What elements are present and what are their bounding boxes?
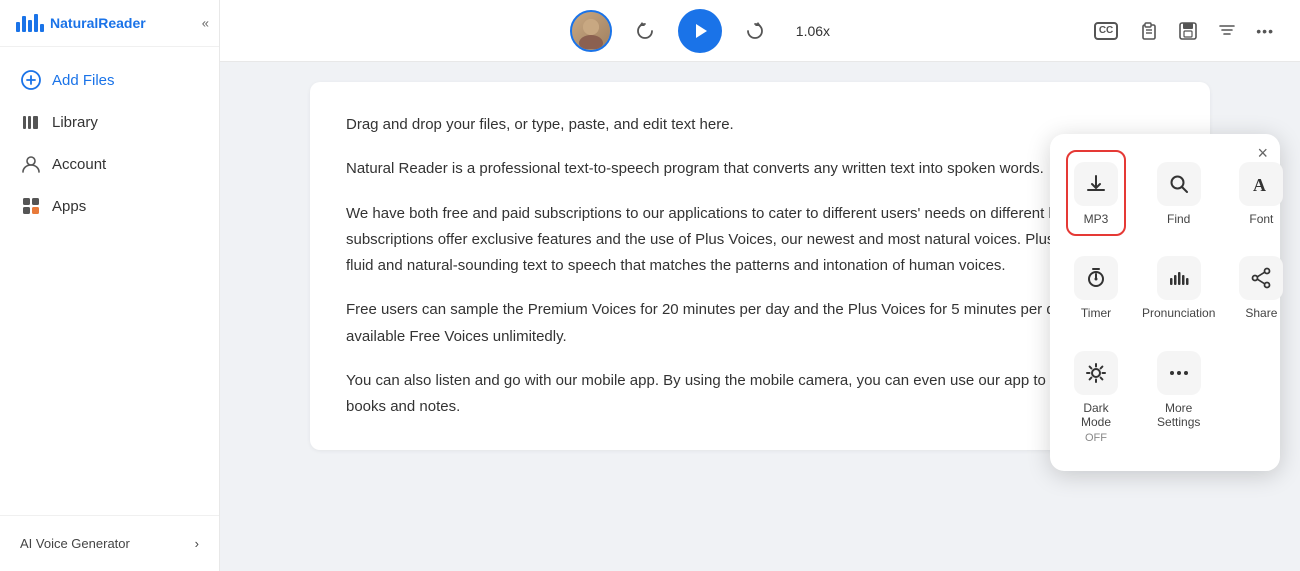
sidebar-item-ai-voice[interactable]: AI Voice Generator › <box>0 526 219 561</box>
pronunciation-icon <box>1157 256 1201 300</box>
timer-label: Timer <box>1081 306 1111 320</box>
popup-item-mp3[interactable]: MP3 <box>1066 150 1126 236</box>
sidebar-nav: Add Files Library Account <box>0 47 219 515</box>
timer-icon <box>1074 256 1118 300</box>
add-files-label: Add Files <box>52 72 115 89</box>
main-area: 1.06x CC <box>220 0 1300 571</box>
sidebar-header: NaturalReader « <box>0 0 219 47</box>
share-icon <box>1239 256 1283 300</box>
sidebar-item-library[interactable]: Library <box>0 101 219 143</box>
svg-text:A: A <box>1253 175 1266 195</box>
popup-item-timer[interactable]: Timer <box>1066 244 1126 330</box>
plus-circle-icon <box>20 69 42 91</box>
sun-icon <box>1074 351 1118 395</box>
more-settings-label: More Settings <box>1157 401 1200 430</box>
mp3-label: MP3 <box>1084 212 1109 226</box>
pronunciation-label: Pronunciation <box>1142 306 1215 320</box>
font-icon: A <box>1239 162 1283 206</box>
cc-button[interactable]: CC <box>1088 16 1124 46</box>
search-icon <box>1157 162 1201 206</box>
filter-button[interactable] <box>1212 16 1242 46</box>
forward-button[interactable] <box>738 14 772 48</box>
content-area: Drag and drop your files, or type, paste… <box>220 62 1300 571</box>
more-settings-icon <box>1157 351 1201 395</box>
popup-item-share[interactable]: Share <box>1231 244 1291 330</box>
play-button[interactable] <box>678 9 722 53</box>
account-label: Account <box>52 156 106 173</box>
popup-grid: MP3 Find A <box>1066 150 1264 455</box>
toolbar: 1.06x CC <box>220 0 1300 62</box>
apps-icon <box>20 195 42 217</box>
popup-item-dark-mode[interactable]: Dark Mode OFF <box>1066 339 1126 455</box>
ai-voice-arrow-icon: › <box>195 536 199 551</box>
cc-icon: CC <box>1094 22 1118 40</box>
sidebar: NaturalReader « Add Files L <box>0 0 220 571</box>
avatar[interactable] <box>570 10 612 52</box>
sidebar-item-add-files[interactable]: Add Files <box>0 59 219 101</box>
more-options-button[interactable]: ••• <box>1250 17 1280 45</box>
rewind-button[interactable] <box>628 14 662 48</box>
popup-close-button[interactable]: × <box>1257 144 1268 162</box>
sidebar-footer: AI Voice Generator › <box>0 515 219 571</box>
account-icon <box>20 153 42 175</box>
popup-item-find[interactable]: Find <box>1134 150 1223 236</box>
library-icon <box>20 111 42 133</box>
dark-mode-label: Dark Mode OFF <box>1074 401 1118 445</box>
sidebar-item-apps[interactable]: Apps <box>0 185 219 227</box>
find-label: Find <box>1167 212 1190 226</box>
ai-voice-label: AI Voice Generator <box>20 536 130 551</box>
library-label: Library <box>52 114 98 131</box>
text-paragraph-1: Drag and drop your files, or type, paste… <box>346 112 1174 138</box>
apps-label: Apps <box>52 198 86 215</box>
font-label: Font <box>1249 212 1273 226</box>
logo-text: NaturalReader <box>50 15 146 31</box>
avatar-image <box>572 12 610 50</box>
logo-icon <box>16 14 44 32</box>
popup-item-pronunciation[interactable]: Pronunciation <box>1134 244 1223 330</box>
download-icon <box>1074 162 1118 206</box>
toolbar-right: CC <box>1088 15 1280 47</box>
logo: NaturalReader <box>16 14 146 32</box>
share-label: Share <box>1245 306 1277 320</box>
sidebar-item-account[interactable]: Account <box>0 143 219 185</box>
sidebar-collapse-button[interactable]: « <box>202 16 209 31</box>
popup-item-more-settings[interactable]: More Settings <box>1134 339 1223 455</box>
toolbar-center: 1.06x <box>570 9 838 53</box>
popup-menu: × MP3 <box>1050 134 1280 471</box>
speed-control[interactable]: 1.06x <box>788 19 838 43</box>
clipboard-button[interactable] <box>1132 15 1164 47</box>
save-layout-button[interactable] <box>1172 15 1204 47</box>
